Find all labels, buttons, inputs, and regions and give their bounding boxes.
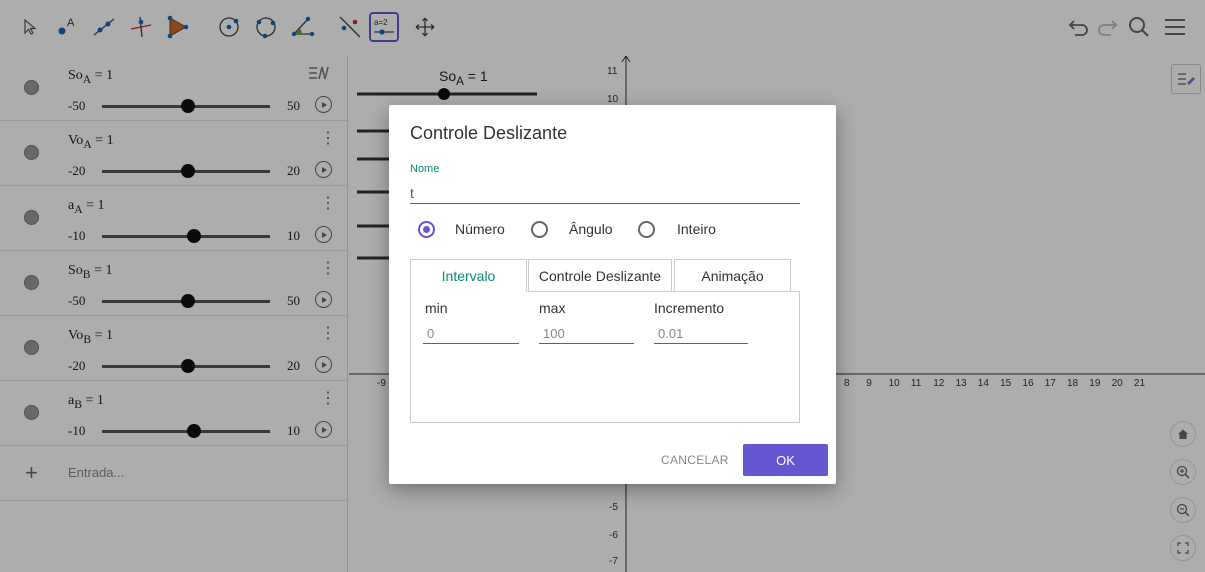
max-field[interactable] [539,324,634,344]
ok-button[interactable]: OK [743,444,828,476]
radio-number-label[interactable]: Número [455,221,505,237]
radio-angle-label[interactable]: Ângulo [569,221,613,237]
radio-integer-label[interactable]: Inteiro [677,221,716,237]
min-field[interactable] [423,324,519,344]
increment-label: Incremento [654,300,725,316]
radio-angle[interactable] [531,221,548,238]
tab-intervalo[interactable]: Intervalo [410,259,527,292]
tab-controle-deslizante[interactable]: Controle Deslizante [528,259,672,292]
radio-number[interactable] [418,221,435,238]
name-label: Nome [410,163,440,175]
max-label: max [539,300,566,316]
increment-field[interactable] [654,324,748,344]
min-label: min [425,300,448,316]
slider-dialog: Controle Deslizante Nome Número Ângulo I… [389,105,836,484]
cancel-button[interactable]: CANCELAR [661,446,729,474]
name-field[interactable] [410,182,800,204]
radio-integer[interactable] [638,221,655,238]
dialog-title: Controle Deslizante [410,123,568,143]
tab-panel [410,291,800,423]
tab-animacao[interactable]: Animação [674,259,791,292]
